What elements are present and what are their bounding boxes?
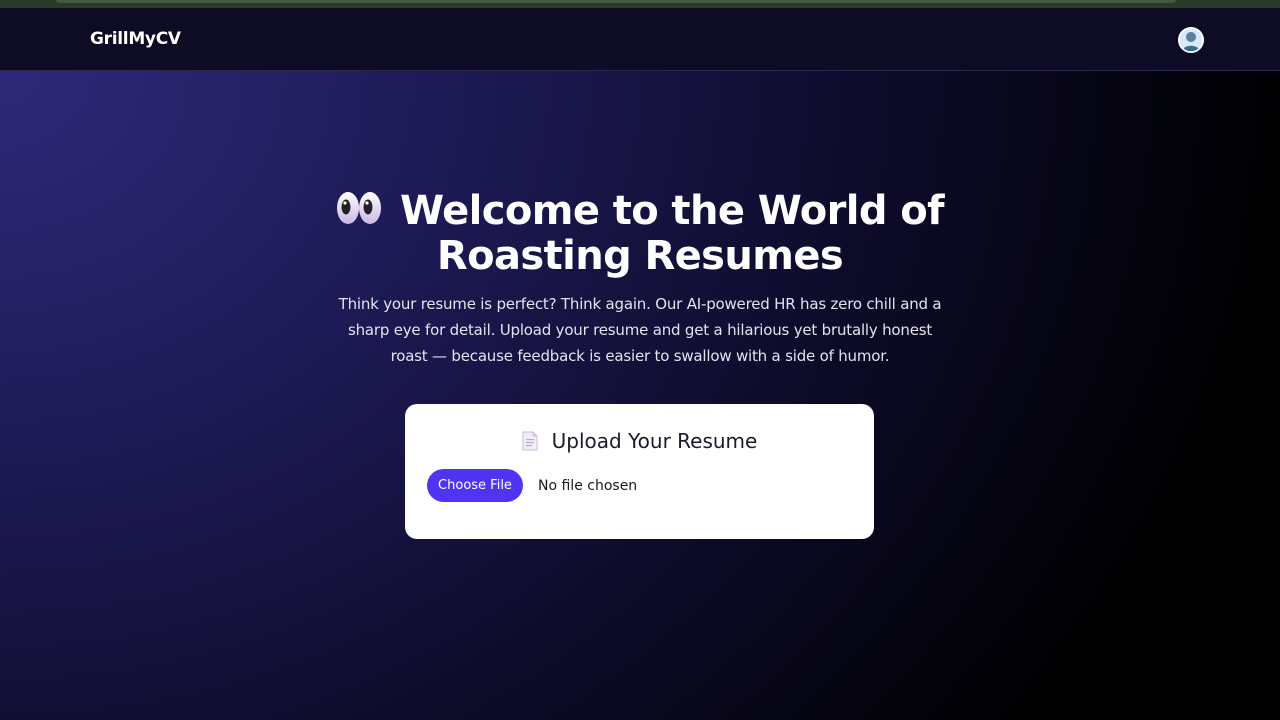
choose-file-button[interactable]: Choose File <box>427 469 523 502</box>
document-icon <box>522 431 538 451</box>
upload-card: Upload Your Resume Choose File No file c… <box>405 404 874 539</box>
brand-logo-link[interactable]: GrillMyCV <box>90 29 181 49</box>
page-title-text: Welcome to the World of Roasting Resumes <box>400 188 945 279</box>
browser-top-strip <box>0 0 1280 8</box>
hero-description: Think your resume is perfect? Think agai… <box>338 295 942 365</box>
file-status-text: No file chosen <box>538 478 638 494</box>
browser-top-strip-highlight <box>56 0 1176 3</box>
upload-heading: Upload Your Resume <box>405 429 874 453</box>
user-avatar-icon[interactable] <box>1178 27 1204 53</box>
navbar: GrillMyCV <box>0 8 1280 71</box>
upload-heading-text: Upload Your Resume <box>551 429 758 453</box>
hero-section: Welcome to the World of Roasting Resumes… <box>0 71 1280 720</box>
page-title: Welcome to the World of Roasting Resumes <box>240 189 1040 279</box>
eyes-icon <box>336 190 382 226</box>
